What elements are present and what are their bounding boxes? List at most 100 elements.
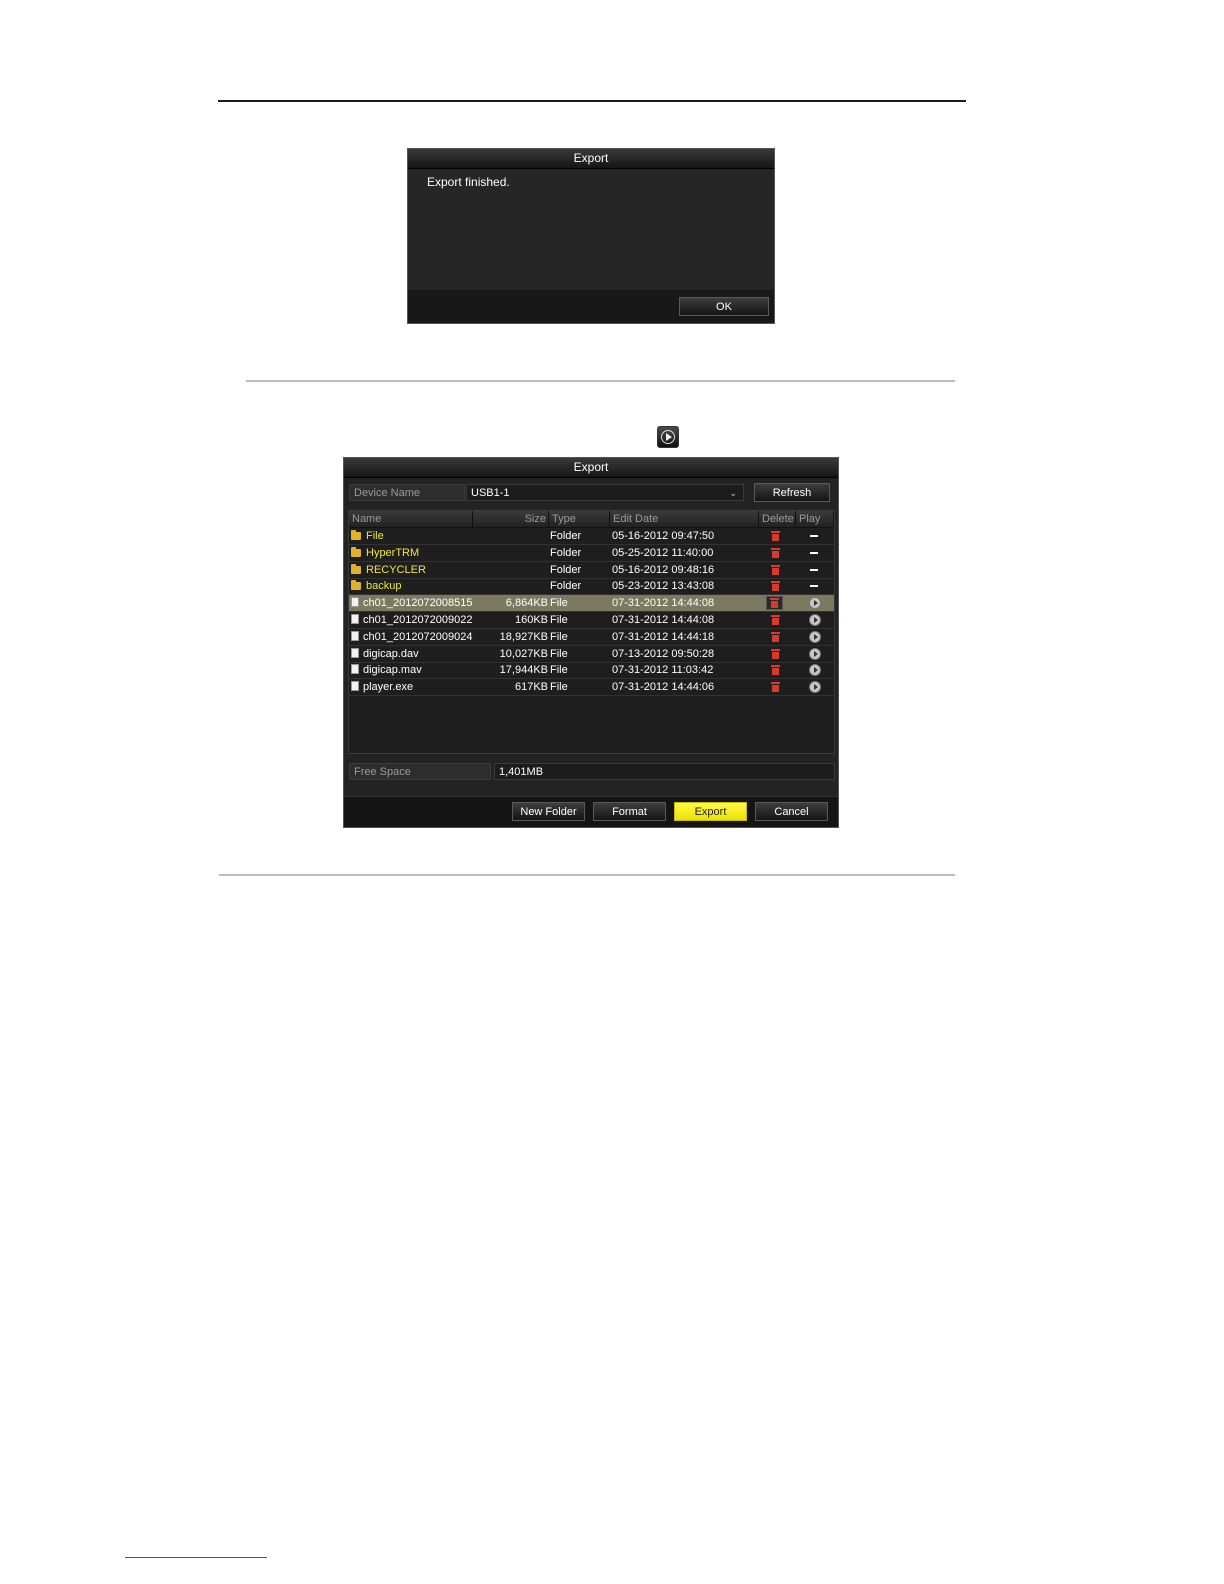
- table-row[interactable]: digicap.mav 17,944KB File 07-31-2012 11:03:…: [349, 662, 834, 680]
- file-size: 160KB: [514, 614, 548, 626]
- file-edit-date: 07-31-2012 14:44:08: [612, 597, 715, 610]
- play-button[interactable]: [796, 662, 834, 678]
- file-icon: [351, 614, 359, 624]
- trash-icon: [771, 665, 780, 676]
- dialog-footer: New Folder Format Export Cancel: [344, 796, 838, 827]
- folder-icon: [351, 563, 361, 574]
- delete-button[interactable]: [758, 629, 795, 645]
- file-edit-date: 05-25-2012 11:40:00: [612, 546, 714, 559]
- play-unavailable: [796, 545, 834, 561]
- export-finished-dialog: Export Export finished. OK: [407, 148, 775, 324]
- dialog-title: Export: [344, 458, 838, 478]
- refresh-button[interactable]: Refresh: [754, 483, 830, 502]
- export-dialog: Export Device Name USB1-1 ⌄ Refresh Name…: [343, 457, 839, 828]
- file-name-text: ch01_2012072008515: [363, 597, 473, 610]
- table-row[interactable]: ch01_2012072009022 160KB File 07-31-2012 14…: [349, 612, 834, 629]
- file-name-text: digicap.mav: [363, 664, 422, 677]
- table-row[interactable]: RECYCLER Folder 05-16-2012 09:48:16: [349, 562, 834, 579]
- table-row[interactable]: HyperTRM Folder 05-25-2012 11:40:00: [349, 545, 834, 562]
- ok-button[interactable]: OK: [679, 297, 769, 316]
- file-name-text: digicap.dav: [363, 647, 419, 660]
- file-size: [475, 578, 548, 594]
- format-button[interactable]: Format: [593, 802, 666, 821]
- file-name: File: [351, 528, 475, 544]
- file-name-text: player.exe: [363, 681, 414, 694]
- device-name-select[interactable]: USB1-1 ⌄: [466, 484, 744, 501]
- play-button[interactable]: [796, 612, 834, 628]
- delete-button[interactable]: [758, 545, 795, 561]
- free-space-label: Free Space: [349, 763, 491, 780]
- delete-button[interactable]: [758, 679, 795, 695]
- file-edit-date: 07-13-2012 09:50:28: [612, 647, 715, 660]
- file-icon: [351, 597, 359, 608]
- column-header-size[interactable]: Size: [473, 511, 549, 527]
- dialog-message: Export finished.: [427, 175, 510, 189]
- play-icon: [809, 681, 821, 694]
- file-type: Folder: [550, 530, 582, 542]
- file-icon: [351, 681, 359, 692]
- file-size: 617KB: [514, 681, 548, 694]
- column-header-type[interactable]: Type: [549, 511, 610, 527]
- file-type: File: [550, 614, 568, 626]
- file-name-text: RECYCLER: [366, 563, 426, 576]
- file-edit-date: 07-31-2012 14:44:08: [612, 614, 715, 626]
- delete-button[interactable]: [758, 646, 795, 662]
- play-button-icon: [657, 426, 679, 448]
- file-name-text: ch01_2012072009024: [363, 630, 473, 643]
- new-folder-button[interactable]: New Folder: [512, 802, 585, 821]
- file-size: [475, 562, 548, 578]
- table-row[interactable]: ch01_2012072009024 18,927KB File 07-31-2012…: [349, 629, 834, 646]
- trash-icon: [771, 564, 780, 575]
- table-row[interactable]: File Folder 05-16-2012 09:47:50: [349, 528, 834, 545]
- play-button[interactable]: [796, 679, 834, 695]
- file-icon: [351, 647, 359, 658]
- trash-icon: [771, 581, 780, 592]
- play-icon: [809, 664, 821, 677]
- play-button[interactable]: [796, 595, 834, 611]
- play-icon: [809, 630, 821, 643]
- device-name-label: Device Name: [349, 484, 465, 501]
- table-row[interactable]: digicap.dav 10,027KB File 07-13-2012 09:50:…: [349, 646, 834, 663]
- file-name-text: File: [366, 530, 384, 542]
- play-button[interactable]: [796, 629, 834, 645]
- file-type: Folder: [550, 580, 582, 593]
- delete-button[interactable]: [758, 662, 795, 678]
- play-icon: [809, 597, 821, 610]
- dialog-footer: OK: [408, 290, 774, 323]
- dash-icon: [810, 585, 818, 588]
- file-size: 17,944KB: [499, 664, 548, 677]
- file-name: backup: [351, 578, 475, 594]
- play-unavailable: [796, 528, 834, 544]
- delete-button[interactable]: [758, 562, 795, 578]
- chevron-down-icon: ⌄: [729, 488, 737, 498]
- delete-button[interactable]: [758, 528, 795, 544]
- file-edit-date: 05-16-2012 09:47:50: [612, 530, 715, 542]
- column-header-edit-date[interactable]: Edit Date: [610, 511, 759, 527]
- dash-icon: [810, 568, 818, 571]
- play-unavailable: [796, 578, 834, 594]
- export-button[interactable]: Export: [674, 802, 747, 821]
- table-row[interactable]: backup Folder 05-23-2012 13:43:08: [349, 578, 834, 596]
- file-name-text: ch01_2012072009022: [363, 614, 473, 626]
- trash-icon: [771, 648, 780, 659]
- file-edit-date: 07-31-2012 14:44:06: [612, 681, 715, 694]
- file-size: [475, 528, 548, 544]
- play-button[interactable]: [796, 646, 834, 662]
- trash-icon: [771, 682, 780, 693]
- trash-icon: [771, 631, 780, 642]
- table-row[interactable]: ch01_2012072008515 6,864KB File 07-31-2012 …: [349, 595, 834, 613]
- file-icon: [351, 664, 359, 675]
- file-size: 10,027KB: [499, 647, 548, 660]
- device-name-value: USB1-1: [471, 487, 510, 499]
- folder-icon: [351, 546, 361, 557]
- delete-button[interactable]: [758, 595, 795, 611]
- delete-button[interactable]: [758, 612, 795, 628]
- delete-button[interactable]: [758, 578, 795, 594]
- cancel-button[interactable]: Cancel: [755, 802, 828, 821]
- table-row[interactable]: player.exe 617KB File 07-31-2012 14:44:06: [349, 679, 834, 697]
- play-icon: [809, 647, 821, 660]
- dialog-title: Export: [408, 149, 774, 169]
- column-header-name[interactable]: Name: [349, 511, 473, 527]
- file-type: File: [550, 664, 568, 677]
- file-name: HyperTRM: [351, 545, 475, 561]
